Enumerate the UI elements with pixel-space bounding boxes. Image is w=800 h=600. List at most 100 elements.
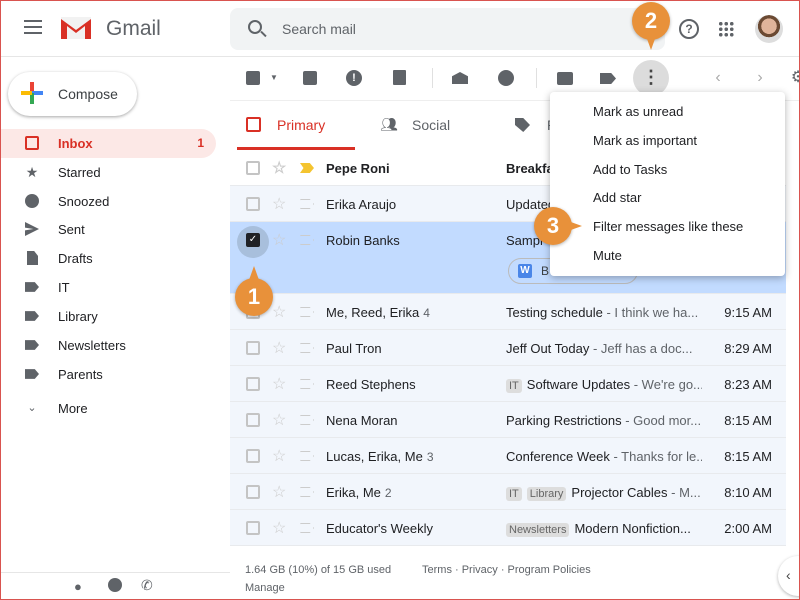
thread-count: 3 (426, 450, 434, 464)
star-icon[interactable]: ☆ (272, 446, 286, 466)
star-icon[interactable]: ☆ (272, 482, 286, 502)
more-options-icon[interactable] (633, 60, 669, 96)
star-icon[interactable]: ☆ (272, 230, 286, 250)
star-icon[interactable]: ☆ (272, 410, 286, 430)
important-marker-icon[interactable] (300, 415, 314, 425)
snooze-icon[interactable] (498, 70, 514, 86)
sidebar-item-sent[interactable]: Sent (0, 215, 216, 244)
star-icon[interactable]: ☆ (272, 194, 286, 214)
compose-button[interactable]: Compose (8, 72, 137, 116)
row-checkbox[interactable] (246, 377, 260, 391)
sidebar-item-label: IT (58, 280, 70, 295)
row-checkbox[interactable] (246, 413, 260, 427)
important-marker-icon[interactable] (300, 523, 314, 533)
labels-icon[interactable] (600, 73, 616, 84)
move-to-icon[interactable] (557, 72, 573, 85)
more-options-menu: Mark as unread Mark as important Add to … (550, 92, 785, 276)
subject: Software Updates (526, 377, 631, 392)
tab-primary[interactable]: Primary (237, 100, 355, 150)
sidebar-item-parents[interactable]: Parents (0, 360, 216, 389)
hangouts-icon[interactable] (108, 578, 122, 592)
older-chevron-icon[interactable]: › (752, 70, 768, 86)
sender: Paul Tron (326, 341, 382, 356)
search-input[interactable]: Search mail (282, 21, 356, 37)
search-icon[interactable] (248, 20, 262, 34)
row-checkbox[interactable] (246, 341, 260, 355)
brand-name: Gmail (106, 17, 161, 40)
row-checkbox-checked[interactable]: ✓ (246, 233, 260, 247)
menu-item-add-to-tasks[interactable]: Add to Tasks (593, 162, 667, 177)
compose-label: Compose (58, 86, 118, 102)
sidebar-item-newsletters[interactable]: Newsletters (0, 331, 216, 360)
email-row[interactable]: ☆ Nena Moran Parking Restrictions - Good… (230, 402, 786, 438)
timestamp: 9:15 AM (724, 305, 772, 320)
sidebar-item-snoozed[interactable]: Snoozed (0, 187, 216, 216)
email-row[interactable]: ☆ Reed Stephens IT Software Updates - We'… (230, 366, 786, 402)
important-marker-icon[interactable] (300, 199, 314, 209)
menu-item-mute[interactable]: Mute (593, 248, 622, 263)
avatar[interactable] (755, 15, 783, 43)
tab-promotions[interactable]: P (515, 100, 556, 150)
side-panel-toggle-icon[interactable]: ‹ (778, 556, 800, 596)
sidebar-item-library[interactable]: Library (0, 302, 216, 331)
sidebar-item-inbox[interactable]: Inbox 1 (0, 129, 216, 158)
sender-name: Me, Reed, Erika (326, 305, 420, 320)
star-icon[interactable]: ☆ (272, 302, 286, 322)
gmail-logo (61, 17, 91, 39)
row-checkbox[interactable] (246, 197, 260, 211)
email-row[interactable]: ☆ Me, Reed, Erika 4 Testing schedule - I … (230, 294, 786, 330)
email-row[interactable]: ☆ Erika, Me 2 IT Library Projector Cables -… (230, 474, 786, 510)
archive-icon[interactable] (303, 71, 317, 85)
mark-read-icon[interactable] (452, 72, 468, 84)
select-dropdown-icon[interactable]: ▼ (266, 70, 282, 86)
important-marker-icon[interactable] (300, 235, 314, 245)
important-marker-icon[interactable] (300, 487, 314, 497)
row-checkbox[interactable] (246, 161, 260, 175)
contacts-icon[interactable]: ● (74, 579, 82, 594)
star-icon[interactable]: ☆ (272, 338, 286, 358)
email-row[interactable]: ☆ Paul Tron Jeff Out Today - Jeff has a … (230, 330, 786, 366)
email-row[interactable]: ☆ Lucas, Erika, Me 3 Conference Week - Th… (230, 438, 786, 474)
main-menu-icon[interactable] (24, 20, 42, 34)
important-marker-icon[interactable] (300, 343, 314, 353)
newer-chevron-icon[interactable]: ‹ (710, 70, 726, 86)
row-checkbox[interactable] (246, 485, 260, 499)
menu-item-add-star[interactable]: Add star (593, 190, 641, 205)
sidebar-item-drafts[interactable]: Drafts (0, 244, 216, 273)
label-icon (25, 340, 39, 350)
sidebar-item-it[interactable]: IT (0, 273, 216, 302)
help-icon[interactable]: ? (679, 19, 699, 39)
select-checkbox[interactable] (246, 71, 260, 85)
sidebar-item-label: More (58, 401, 88, 416)
important-marker-icon[interactable] (300, 379, 314, 389)
sidebar-item-more[interactable]: ⌄ More (0, 394, 216, 423)
menu-item-mark-important[interactable]: Mark as important (593, 133, 697, 148)
report-spam-icon[interactable]: ! (346, 70, 362, 86)
menu-item-filter-messages[interactable]: Filter messages like these (593, 219, 743, 234)
apps-grid-icon[interactable] (718, 21, 734, 37)
search-bar[interactable]: Search mail (230, 8, 665, 50)
row-checkbox[interactable] (246, 521, 260, 535)
row-checkbox[interactable] (246, 449, 260, 463)
star-icon[interactable]: ☆ (272, 158, 286, 178)
subject: Parking Restrictions (506, 413, 622, 428)
menu-item-mark-unread[interactable]: Mark as unread (593, 104, 683, 119)
snippet: - We're go... (630, 377, 702, 392)
callout-2: 2 (632, 2, 670, 50)
manage-storage-link[interactable]: Manage (245, 582, 285, 594)
tab-social[interactable]: 👥︎ Social (380, 100, 500, 150)
label-tag: IT (506, 379, 522, 393)
settings-icon[interactable]: ⚙ (790, 70, 800, 86)
phone-icon[interactable]: ✆ (141, 577, 153, 594)
subject-line: Jeff Out Today - Jeff has a doc... (506, 341, 702, 356)
star-icon[interactable]: ☆ (272, 374, 286, 394)
important-marker-icon[interactable] (300, 163, 314, 173)
footer-links[interactable]: Terms · Privacy · Program Policies (422, 564, 591, 576)
delete-icon[interactable] (393, 70, 406, 85)
sidebar-item-starred[interactable]: ★ Starred (0, 158, 216, 187)
important-marker-icon[interactable] (300, 451, 314, 461)
email-row[interactable]: ☆ Educator's Weekly Newsletters Modern No… (230, 510, 786, 546)
subject-line: Parking Restrictions - Good mor... (506, 413, 702, 428)
important-marker-icon[interactable] (300, 307, 314, 317)
star-icon[interactable]: ☆ (272, 518, 286, 538)
